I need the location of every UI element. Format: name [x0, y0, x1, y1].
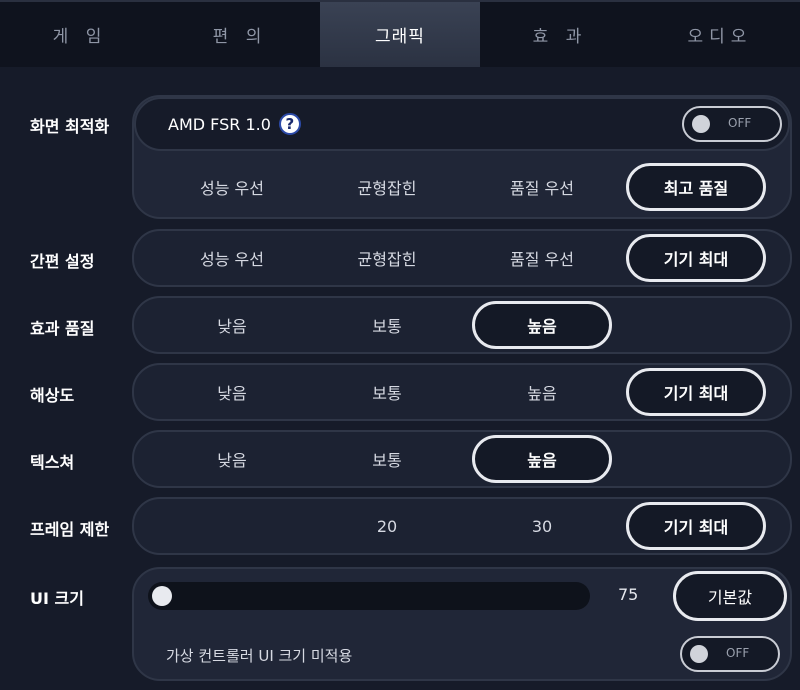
toggle-label: OFF — [728, 116, 752, 130]
fsr-row: AMD FSR 1.0 ? OFF — [134, 97, 790, 151]
option-high[interactable]: 높음 — [472, 435, 612, 483]
option-balanced[interactable]: 균형잡힌 — [317, 163, 457, 211]
fsr-toggle[interactable]: OFF — [682, 106, 782, 142]
effects-label: 효과 품질 — [30, 319, 95, 338]
resolution-panel: 낮음 보통 높음 기기 최대 — [132, 363, 792, 421]
screen-opt-label: 화면 최적화 — [30, 117, 110, 136]
framerate-label: 프레임 제한 — [30, 520, 110, 539]
option-low[interactable]: 낮음 — [162, 435, 302, 483]
tab-effects[interactable]: 효 과 — [480, 2, 640, 67]
ui-size-slider-track[interactable] — [148, 582, 590, 610]
option-ultra-quality[interactable]: 최고 품질 — [626, 163, 766, 211]
ui-size-panel: 75 기본값 가상 컨트롤러 UI 크기 미적용 OFF — [132, 567, 792, 681]
option-low[interactable]: 낮음 — [162, 368, 302, 416]
option-balanced[interactable]: 균형잡힌 — [317, 234, 457, 282]
toggle-label: OFF — [726, 646, 750, 660]
ui-size-slider-handle[interactable] — [152, 586, 172, 606]
option-30fps[interactable]: 30 — [472, 502, 612, 550]
option-device-max[interactable]: 기기 최대 — [626, 502, 766, 550]
tab-graphics[interactable]: 그래픽 — [320, 2, 480, 67]
tab-bar: 게 임 편 의 그래픽 효 과 오디오 — [0, 0, 800, 67]
tab-convenience[interactable]: 편 의 — [160, 2, 320, 67]
simple-panel: 성능 우선 균형잡힌 품질 우선 기기 최대 — [132, 229, 792, 287]
screen-opt-panel: AMD FSR 1.0 ? OFF 성능 우선 균형잡힌 품질 우선 최고 품질 — [132, 95, 792, 219]
fsr-feature-label: AMD FSR 1.0 — [168, 114, 271, 134]
simple-label: 간편 설정 — [30, 252, 95, 271]
option-20fps[interactable]: 20 — [317, 502, 457, 550]
toggle-knob — [692, 115, 710, 133]
reset-default-button[interactable]: 기본값 — [673, 571, 787, 621]
virtual-controller-toggle[interactable]: OFF — [680, 636, 780, 672]
option-performance[interactable]: 성능 우선 — [162, 234, 302, 282]
toggle-knob — [690, 645, 708, 663]
resolution-label: 해상도 — [30, 386, 75, 405]
effects-panel: 낮음 보통 높음 — [132, 296, 792, 354]
option-normal[interactable]: 보통 — [317, 435, 457, 483]
option-normal[interactable]: 보통 — [317, 301, 457, 349]
option-performance[interactable]: 성능 우선 — [162, 163, 302, 211]
option-device-max[interactable]: 기기 최대 — [626, 234, 766, 282]
framerate-panel: 20 30 기기 최대 — [132, 497, 792, 555]
option-quality[interactable]: 품질 우선 — [472, 163, 612, 211]
fsr-feature: AMD FSR 1.0 ? — [168, 113, 301, 135]
texture-panel: 낮음 보통 높음 — [132, 430, 792, 488]
help-icon[interactable]: ? — [278, 113, 301, 135]
option-device-max[interactable]: 기기 최대 — [626, 368, 766, 416]
ui-size-label: UI 크기 — [30, 589, 84, 608]
option-normal[interactable]: 보통 — [317, 368, 457, 416]
tab-game[interactable]: 게 임 — [0, 2, 160, 67]
virtual-controller-label: 가상 컨트롤러 UI 크기 미적용 — [166, 647, 353, 665]
option-high[interactable]: 높음 — [472, 301, 612, 349]
option-low[interactable]: 낮음 — [162, 301, 302, 349]
option-high[interactable]: 높음 — [472, 368, 612, 416]
tab-audio[interactable]: 오디오 — [640, 2, 800, 67]
ui-size-value: 75 — [618, 585, 639, 604]
texture-label: 텍스쳐 — [30, 453, 75, 472]
option-quality[interactable]: 품질 우선 — [472, 234, 612, 282]
